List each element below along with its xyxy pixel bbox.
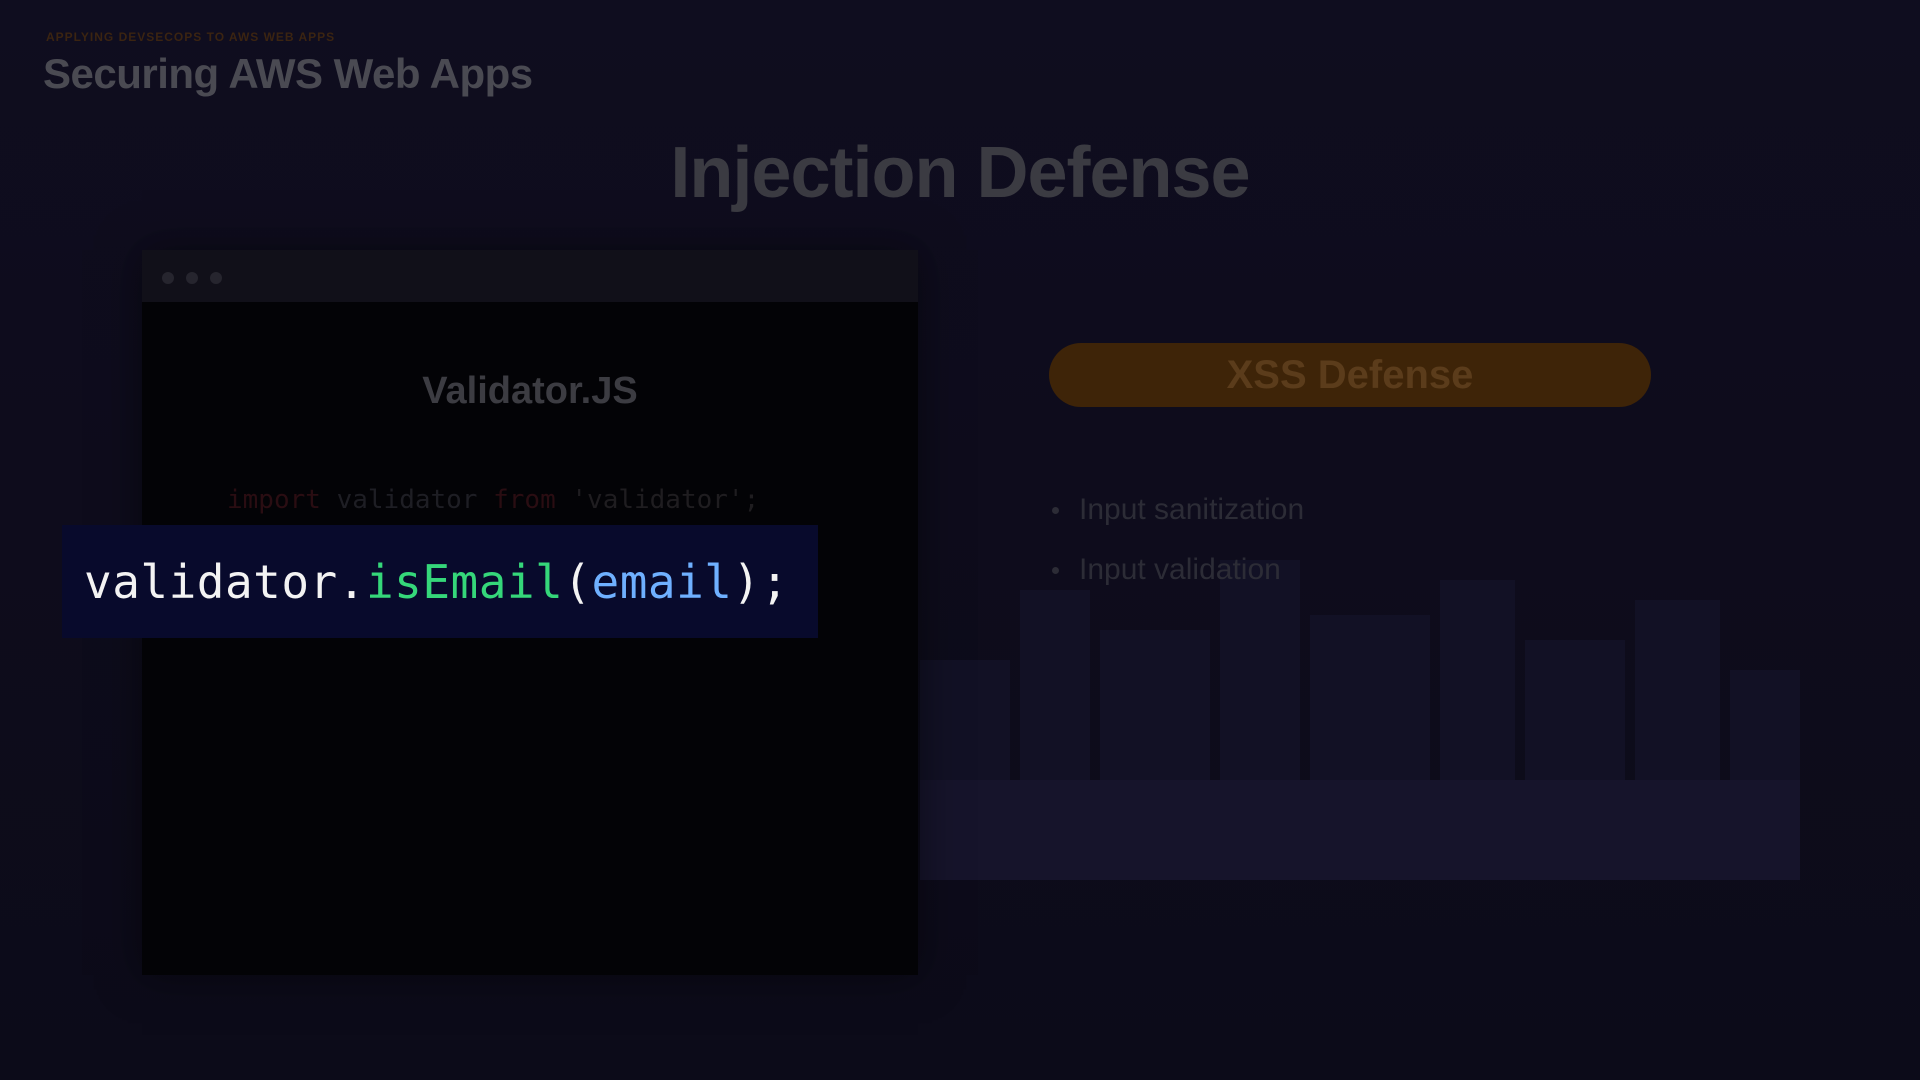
deck-title: Securing AWS Web Apps bbox=[43, 50, 533, 97]
highlighted-code-line: validator. isEmail(email); bbox=[62, 525, 818, 638]
import-statement: import validator from 'validator'; bbox=[227, 485, 759, 515]
deck-eyebrow: APPLYING DEVSECOPS TO AWS WEB APPS bbox=[46, 30, 336, 44]
slide-title: Injection Defense bbox=[670, 133, 1250, 213]
bullet-label: Input validation bbox=[1079, 553, 1281, 586]
code-dot: . bbox=[337, 554, 366, 609]
defense-bullet-list: Input sanitization Input validation bbox=[1052, 480, 1304, 600]
xss-defense-pill: XSS Defense bbox=[1049, 343, 1651, 407]
list-item: Input validation bbox=[1052, 540, 1304, 600]
window-titlebar bbox=[142, 250, 918, 302]
import-keyword: import bbox=[227, 485, 321, 515]
from-keyword: from bbox=[493, 485, 556, 515]
slide-stage: APPLYING DEVSECOPS TO AWS WEB APPS Secur… bbox=[0, 0, 1920, 1080]
bullet-label: Input sanitization bbox=[1079, 493, 1305, 526]
bullet-icon bbox=[1052, 566, 1059, 574]
code-method: isEmail bbox=[365, 554, 564, 609]
minimize-dot-icon bbox=[186, 272, 198, 284]
code-close: ); bbox=[732, 554, 789, 609]
import-identifier: validator bbox=[320, 485, 494, 515]
code-window-heading: Validator.JS bbox=[422, 370, 638, 412]
code-open-paren: ( bbox=[563, 554, 592, 609]
code-argument: email bbox=[591, 554, 733, 609]
close-dot-icon bbox=[162, 272, 174, 284]
bullet-icon bbox=[1052, 506, 1059, 514]
code-object: validator bbox=[84, 554, 338, 609]
import-module: 'validator'; bbox=[555, 485, 760, 515]
maximize-dot-icon bbox=[210, 272, 222, 284]
list-item: Input sanitization bbox=[1052, 480, 1304, 540]
